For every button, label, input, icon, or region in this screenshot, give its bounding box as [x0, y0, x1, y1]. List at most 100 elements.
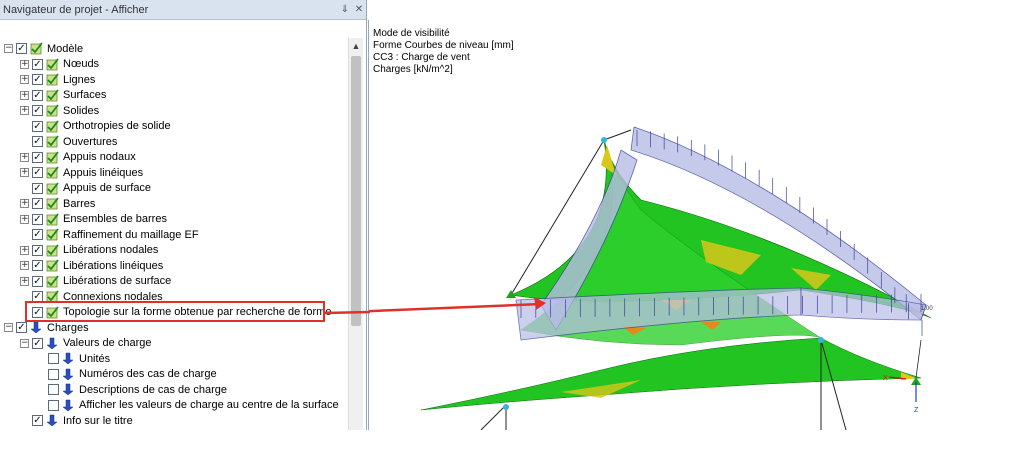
expand-icon[interactable]: + [20, 75, 29, 84]
collapse-icon[interactable]: − [4, 44, 13, 53]
tree-item[interactable]: + ✓ Solides [20, 103, 99, 118]
tree-item[interactable]: ✓ Ouvertures [20, 134, 117, 149]
visibility-checkbox[interactable]: ✓ [32, 167, 43, 178]
tree-item-label: Appuis de surface [63, 182, 152, 194]
callout-box [25, 301, 325, 322]
tree-item-label: Raffinement du maillage EF [63, 228, 199, 241]
tree-item-label: Libérations linéiques [63, 259, 164, 272]
pin-icon[interactable]: ⇓ [338, 4, 352, 15]
tree-item-label: Numéros des cas de charge [79, 368, 217, 380]
expand-icon[interactable]: + [20, 276, 29, 286]
close-icon[interactable]: ✕ [352, 4, 366, 15]
tree-item-label: Barres [63, 197, 96, 210]
cable-line [915, 339, 922, 379]
collapse-icon[interactable]: − [20, 338, 29, 348]
model-3d-render[interactable]: X Z 1.00 [369, 20, 1024, 430]
cable-line [603, 129, 632, 141]
tree-item[interactable]: − ✓ Modèle [4, 41, 83, 56]
visibility-checkbox[interactable]: ✓ [32, 74, 43, 85]
tree-item[interactable]: + ✓ Nœuds [20, 57, 99, 72]
model-check-icon [46, 181, 59, 194]
expand-icon[interactable]: + [20, 90, 29, 100]
tree-item[interactable]: Unités [36, 351, 110, 366]
tree-item-label: Libérations nodales [63, 244, 159, 256]
lower-membrane-surface [420, 337, 922, 411]
tree-item[interactable]: + ✓ Libérations de surface [20, 274, 171, 289]
tree-item[interactable]: + ✓ Barres [20, 196, 95, 211]
visibility-checkbox[interactable]: ✓ [32, 120, 43, 132]
visibility-checkbox[interactable] [48, 399, 59, 411]
visibility-checkbox[interactable]: ✓ [32, 198, 43, 209]
loads-unit-text: Charges [kN/m^2] [373, 64, 453, 75]
model-check-icon [46, 197, 59, 210]
tree-scrollbar[interactable]: ▲ [348, 38, 363, 430]
tree-item[interactable]: ✓ Orthotropies de solide [20, 119, 171, 134]
visibility-checkbox[interactable] [48, 384, 59, 395]
tree-item[interactable]: + ✓ Libérations nodales [20, 243, 158, 258]
visibility-checkbox[interactable]: ✓ [32, 182, 43, 194]
tree-item[interactable]: + ✓ Appuis linéiques [20, 165, 143, 180]
tree-item[interactable]: + ✓ Surfaces [20, 88, 106, 103]
tree-item[interactable]: + ✓ Libérations linéiques [20, 258, 163, 273]
tree-item[interactable]: − ✓ Charges [4, 320, 89, 335]
visibility-checkbox[interactable]: ✓ [32, 275, 43, 287]
navigator-title: Navigateur de projet - Afficher [3, 3, 149, 16]
tree-item[interactable]: ✓ Raffinement du maillage EF [20, 227, 199, 242]
tree-item-label: Charges [47, 321, 89, 334]
visibility-checkbox[interactable]: ✓ [16, 322, 27, 333]
tree-item[interactable]: ✓ Appuis de surface [20, 181, 151, 196]
tree-item[interactable]: + ✓ Lignes [20, 72, 95, 87]
visibility-checkbox[interactable]: ✓ [32, 58, 43, 70]
expand-icon[interactable]: + [20, 106, 29, 115]
tree-item-label: Orthotropies de solide [63, 120, 171, 132]
tree-item[interactable]: Numéros des cas de charge [36, 367, 217, 382]
model-check-icon [46, 88, 59, 101]
tree-item[interactable]: ✓ Info sur le titre [20, 413, 133, 428]
bottom-strip [0, 430, 1024, 449]
expand-icon[interactable]: + [20, 152, 29, 162]
model-check-icon [46, 104, 59, 117]
tree-item-label: Lignes [63, 73, 96, 86]
tree-item-label: Afficher les valeurs de charge au centre… [79, 399, 339, 411]
load-arrow-icon [62, 383, 74, 396]
scroll-up-icon[interactable]: ▲ [349, 38, 363, 54]
collapse-icon[interactable]: − [4, 323, 13, 332]
node-icon [818, 337, 824, 343]
visibility-checkbox[interactable]: ✓ [32, 105, 43, 116]
visibility-checkbox[interactable]: ✓ [32, 213, 43, 225]
model-check-icon [46, 119, 59, 132]
tree-item[interactable]: − ✓ Valeurs de charge [20, 336, 151, 351]
visibility-checkbox[interactable]: ✓ [32, 244, 43, 256]
tree-item-label: Valeurs de charge [63, 337, 152, 349]
load-arrow-icon [62, 368, 74, 380]
tree-item[interactable]: Afficher les valeurs de charge au centre… [36, 398, 339, 413]
expand-icon[interactable]: + [20, 261, 29, 270]
tree-item-label: Modèle [47, 42, 84, 55]
visibility-checkbox[interactable]: ✓ [32, 89, 43, 101]
model-viewport[interactable]: X Z 1.00 [368, 20, 1024, 430]
load-arrow-icon [46, 337, 58, 349]
visibility-checkbox[interactable]: ✓ [16, 43, 27, 54]
expand-icon[interactable]: + [20, 245, 29, 255]
tree-item[interactable]: Descriptions de cas de charge [36, 382, 227, 397]
tree-item[interactable]: + ✓ Ensembles de barres [20, 212, 167, 227]
callout-arrow [369, 302, 542, 313]
tree-item-label: Info sur le titre [63, 414, 133, 427]
visibility-checkbox[interactable]: ✓ [32, 415, 43, 426]
scrollbar-thumb[interactable] [351, 56, 361, 326]
expand-icon[interactable]: + [20, 168, 29, 177]
visibility-checkbox[interactable]: ✓ [32, 337, 43, 349]
tree-item[interactable]: + ✓ Appuis nodaux [20, 150, 136, 165]
visibility-checkbox[interactable] [48, 368, 59, 380]
tree-item-label: Unités [79, 352, 111, 365]
visibility-checkbox[interactable]: ✓ [32, 151, 43, 163]
expand-icon[interactable]: + [20, 59, 29, 69]
visibility-checkbox[interactable] [48, 353, 59, 364]
visibility-checkbox[interactable]: ✓ [32, 136, 43, 147]
load-arrow-icon [62, 352, 74, 365]
visibility-checkbox[interactable]: ✓ [32, 229, 43, 240]
expand-icon[interactable]: + [20, 214, 29, 224]
visibility-checkbox[interactable]: ✓ [32, 260, 43, 271]
load-case-text: CC3 : Charge de vent [373, 52, 470, 63]
expand-icon[interactable]: + [20, 199, 29, 208]
